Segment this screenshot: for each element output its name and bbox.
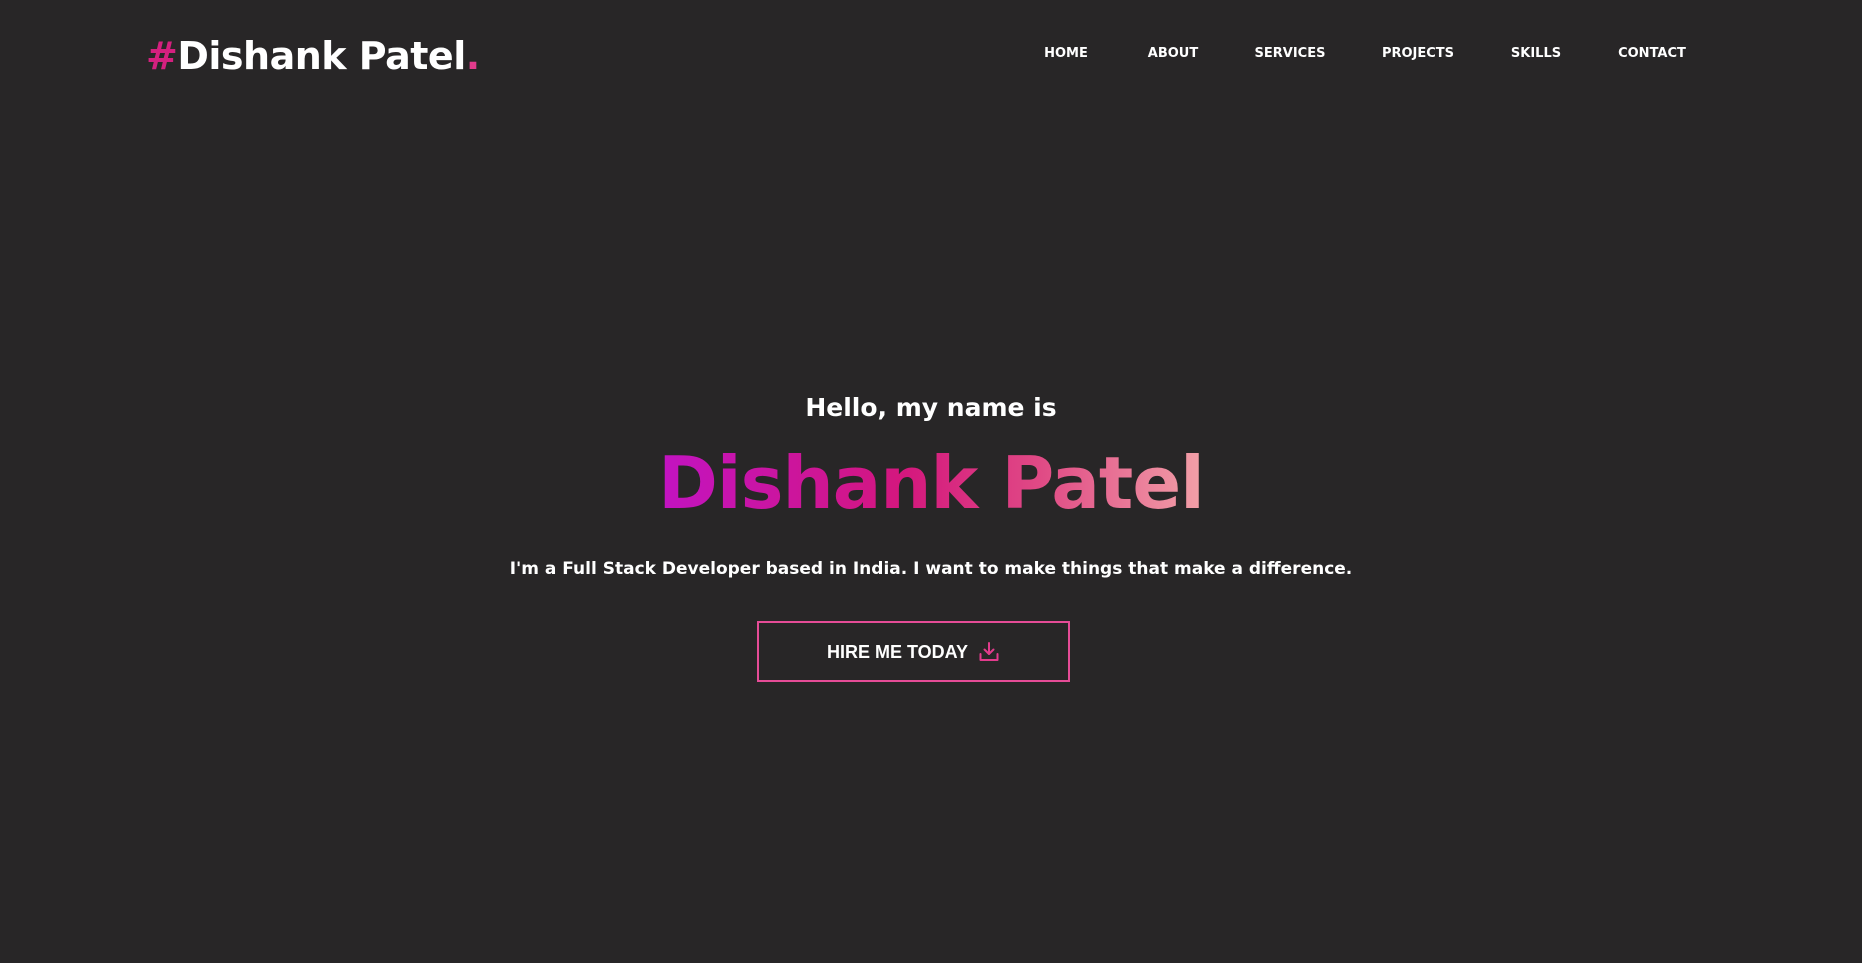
hire-me-button[interactable]: HIRE ME TODAY (757, 621, 1070, 682)
hero-name-text: Dishank Patel (658, 441, 1205, 525)
nav-contact[interactable]: CONTACT (1618, 46, 1686, 62)
main-nav: HOME ABOUT SERVICES PROJECTS SKILLS CONT… (0, 46, 1862, 62)
nav-skills[interactable]: SKILLS (1511, 46, 1561, 62)
hero-tagline: I'm a Full Stack Developer based in Indi… (509, 559, 1353, 579)
nav-services[interactable]: SERVICES (1255, 46, 1326, 62)
hero-name: Dishank Patel (0, 440, 1862, 526)
download-icon (978, 641, 1000, 663)
nav-home[interactable]: HOME (1044, 46, 1088, 62)
hero-greeting: Hello, my name is (805, 393, 1057, 422)
page: #Dishank Patel. HOME ABOUT SERVICES PROJ… (0, 0, 1862, 963)
nav-projects[interactable]: PROJECTS (1382, 46, 1454, 62)
hire-me-label: HIRE ME TODAY (826, 641, 969, 662)
nav-about[interactable]: ABOUT (1148, 46, 1198, 62)
